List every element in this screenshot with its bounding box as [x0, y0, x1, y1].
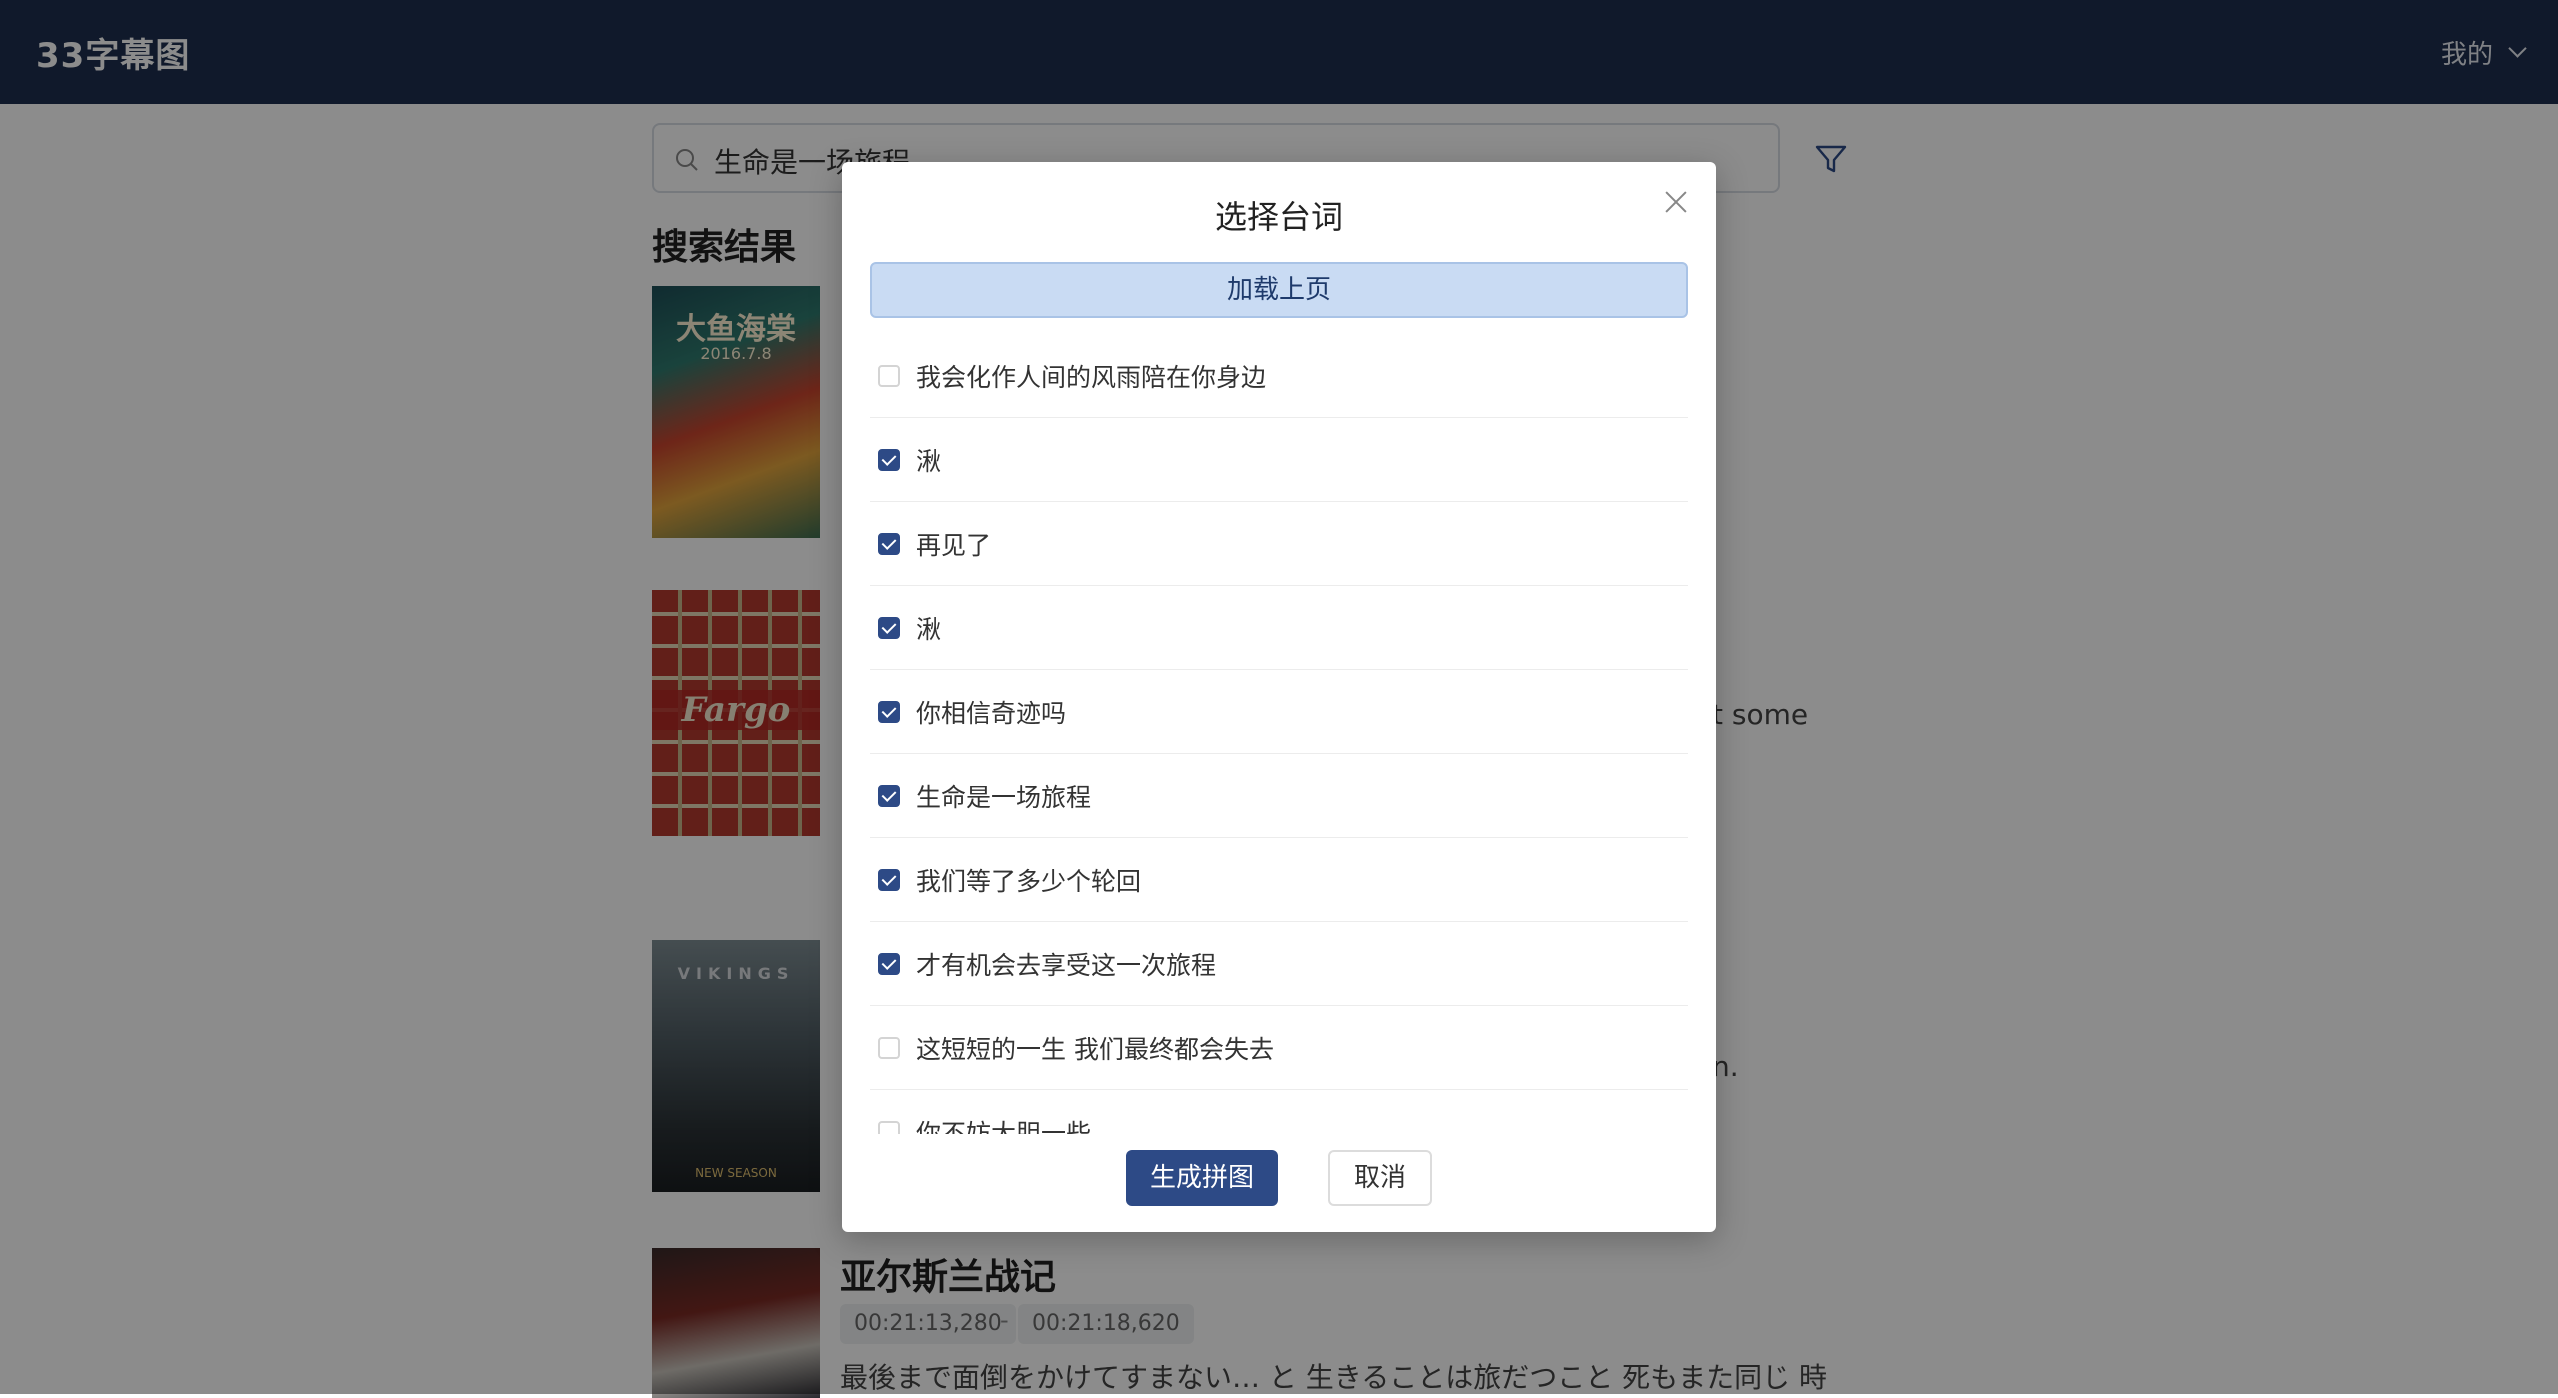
select-lines-dialog: 选择台词 加载上页 我会化作人间的风雨陪在你身边 湫 再见了 湫 你相信奇迹吗 …: [842, 162, 1716, 1232]
subtitle-line-list[interactable]: 我会化作人间的风雨陪在你身边 湫 再见了 湫 你相信奇迹吗 生命是一场旅程 我们…: [870, 334, 1688, 1134]
cancel-button[interactable]: 取消: [1328, 1150, 1432, 1206]
line-checkbox[interactable]: [878, 1036, 900, 1059]
dialog-title: 选择台词: [1214, 198, 1343, 236]
line-checkbox[interactable]: [878, 364, 900, 387]
line-text: 生命是一场旅程: [916, 782, 1092, 812]
load-previous-page-button[interactable]: 加载上页: [870, 262, 1688, 318]
list-item[interactable]: 我们等了多少个轮回: [870, 838, 1688, 922]
line-text: 才有机会去享受这一次旅程: [916, 950, 1217, 980]
line-text: 这短短的一生 我们最终都会失去: [916, 1034, 1274, 1064]
line-text: 你不妨大胆一些: [916, 1118, 1092, 1135]
line-checkbox[interactable]: [878, 532, 900, 555]
list-item[interactable]: 你不妨大胆一些: [870, 1090, 1688, 1134]
list-item[interactable]: 湫: [870, 586, 1688, 670]
line-text: 再见了: [916, 530, 992, 560]
line-text: 你相信奇迹吗: [916, 698, 1067, 728]
generate-collage-button[interactable]: 生成拼图: [1126, 1150, 1278, 1206]
list-item[interactable]: 这短短的一生 我们最终都会失去: [870, 1006, 1688, 1090]
line-checkbox[interactable]: [878, 952, 900, 975]
line-checkbox[interactable]: [878, 868, 900, 891]
list-item[interactable]: 我会化作人间的风雨陪在你身边: [870, 334, 1688, 418]
line-text: 我会化作人间的风雨陪在你身边: [916, 362, 1267, 392]
line-text: 湫: [916, 614, 942, 644]
line-checkbox[interactable]: [878, 700, 900, 723]
list-item[interactable]: 你相信奇迹吗: [870, 670, 1688, 754]
list-item[interactable]: 才有机会去享受这一次旅程: [870, 922, 1688, 1006]
close-icon[interactable]: [1658, 184, 1694, 220]
list-item[interactable]: 生命是一场旅程: [870, 754, 1688, 838]
line-checkbox[interactable]: [878, 784, 900, 807]
list-item[interactable]: 再见了: [870, 502, 1688, 586]
line-checkbox[interactable]: [878, 616, 900, 639]
line-checkbox[interactable]: [878, 1120, 900, 1134]
line-text: 湫: [916, 446, 942, 476]
list-item[interactable]: 湫: [870, 418, 1688, 502]
line-text: 我们等了多少个轮回: [916, 866, 1142, 896]
line-checkbox[interactable]: [878, 448, 900, 471]
